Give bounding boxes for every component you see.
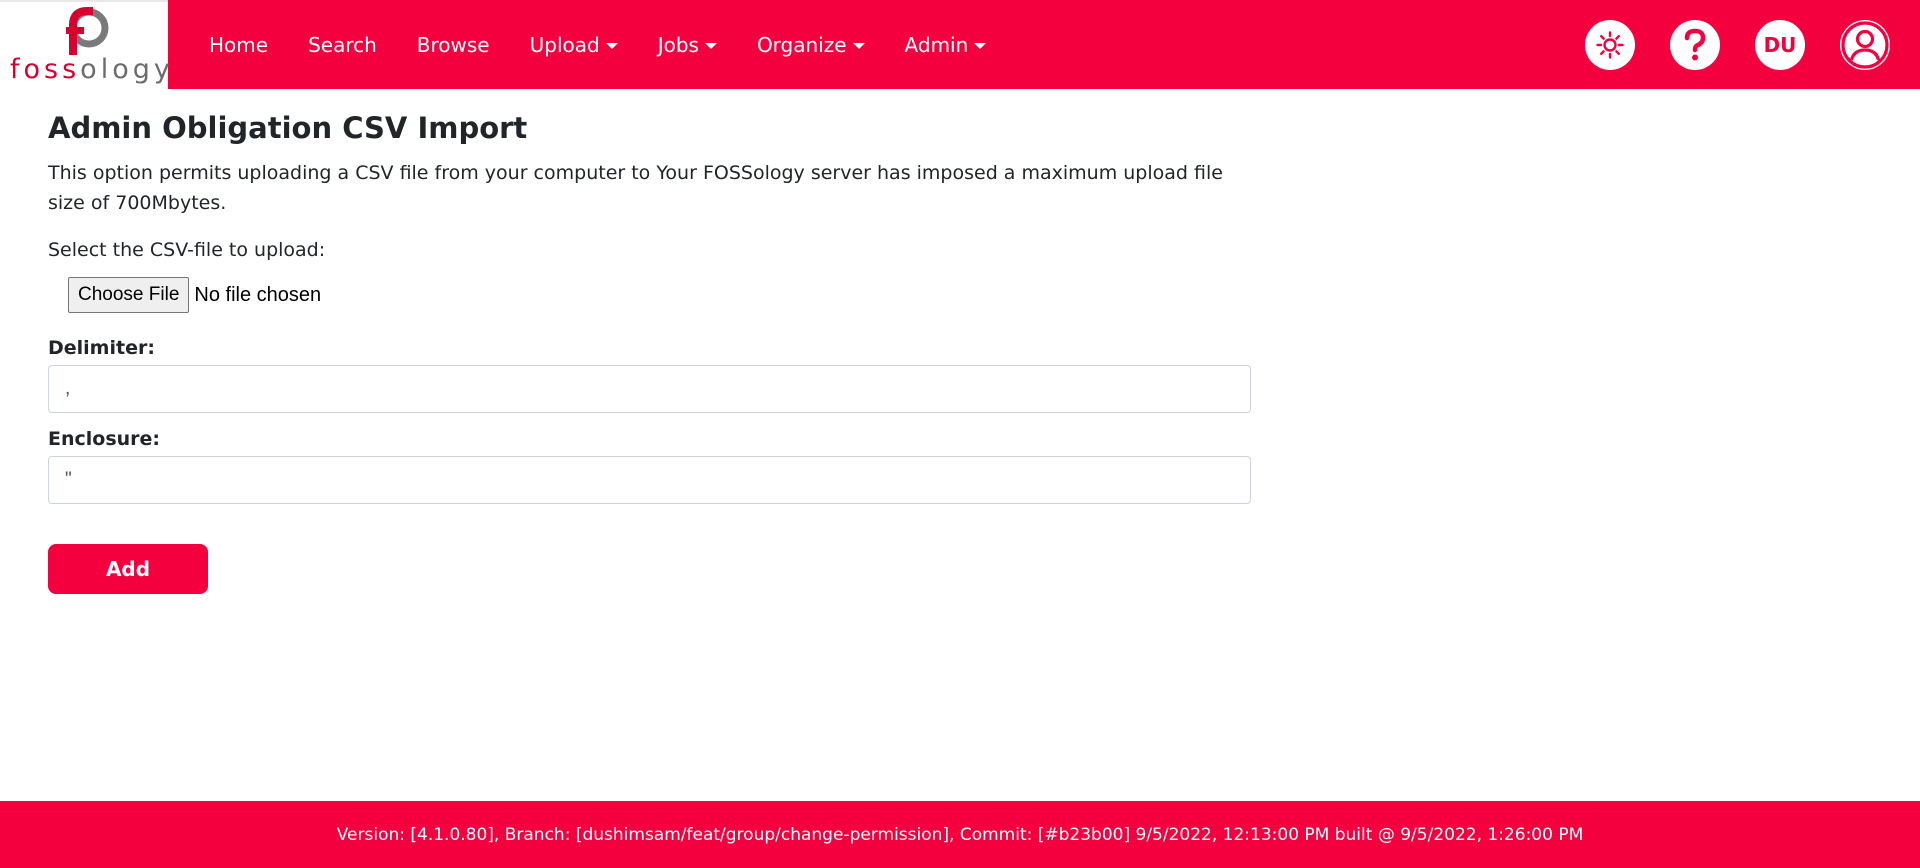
add-button[interactable]: Add [48,544,208,594]
nav-search[interactable]: Search [288,0,397,89]
help-button[interactable] [1670,19,1720,70]
main-content: Admin Obligation CSV Import This option … [48,108,1251,594]
sun-icon [1596,30,1624,59]
caret-down-icon [704,42,717,49]
delimiter-label: Delimiter: [48,337,155,359]
logo-wordmark: fossology [10,54,174,85]
version-info: Version: [4.1.0.80], Branch: [dushimsam/… [336,824,1584,845]
select-file-label: Select the CSV-file to upload: [48,239,326,261]
file-status-text: No file chosen [194,283,322,306]
nav-admin-dropdown[interactable]: Admin [885,0,1007,89]
nav-organize-dropdown[interactable]: Organize [737,0,885,89]
question-mark-icon [1684,28,1706,60]
intro-text: This option permits uploading a CSV file… [48,162,1223,214]
caret-down-icon [852,42,865,49]
enclosure-label: Enclosure: [48,428,161,450]
user-circle-icon [1841,20,1889,69]
delimiter-input[interactable] [48,365,1251,413]
nav-right-controls: DU [1585,0,1890,89]
user-initials-avatar[interactable]: DU [1755,19,1805,70]
caret-down-icon [974,42,987,49]
footer: Version: [4.1.0.80], Branch: [dushimsam/… [0,801,1920,868]
nav-jobs-dropdown[interactable]: Jobs [638,0,737,89]
enclosure-input[interactable] [48,456,1251,504]
fossology-logo[interactable]: fossology [0,0,170,89]
nav-home[interactable]: Home [189,0,288,89]
file-input: Choose File No file chosen [68,277,1251,313]
main-menu: Home Search Browse Upload Jobs Organize … [189,0,1006,89]
choose-file-button[interactable]: Choose File [68,277,190,313]
user-initials: DU [1763,32,1797,57]
profile-button[interactable] [1840,19,1890,70]
caret-down-icon [605,42,618,49]
nav-browse[interactable]: Browse [397,0,510,89]
theme-toggle-button[interactable] [1585,19,1635,70]
nav-upload-dropdown[interactable]: Upload [510,0,638,89]
logo-mark-icon [66,7,109,55]
page-title: Admin Obligation CSV Import [48,111,528,145]
top-navbar: fossology Home Search Browse Upload Jobs… [0,0,1920,89]
